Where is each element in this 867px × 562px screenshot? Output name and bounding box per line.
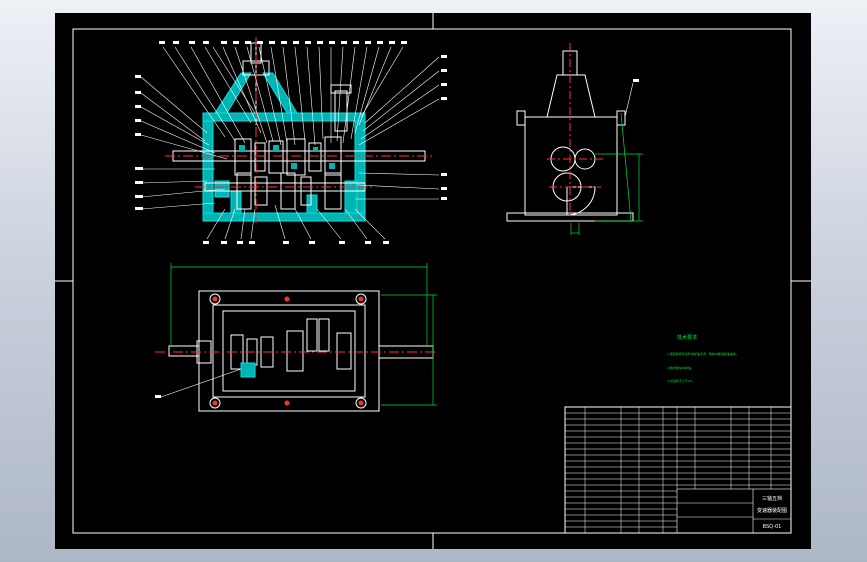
note-3: 3.试运转不少于2h。	[667, 378, 695, 383]
technical-notes: 技术要求 1.装配前所有零件用煤油清洗，箱体内壁涂耐油油漆。 2.箱内装N68机…	[667, 334, 739, 383]
center-ticks	[55, 13, 811, 549]
bill-of-materials	[564, 406, 792, 534]
title-block: 三轴五档 变速器装配图 BSQ-01	[676, 488, 792, 534]
sectioned-front-view	[135, 37, 447, 244]
drawing-sheet: 技术要求 1.装配前所有零件用煤油清洗，箱体内壁涂耐油油漆。 2.箱内装N68机…	[55, 13, 811, 549]
side-view	[506, 43, 643, 235]
drawing-number: BSQ-01	[763, 524, 782, 530]
product-name-1: 三轴五档	[762, 495, 782, 502]
top-view	[155, 263, 437, 412]
outer-border	[72, 28, 792, 534]
note-1: 1.装配前所有零件用煤油清洗，箱体内壁涂耐油油漆。	[667, 351, 739, 356]
notes-title: 技术要求	[677, 334, 697, 341]
product-name-2: 变速器装配图	[757, 507, 787, 514]
cad-drawing: 技术要求 1.装配前所有零件用煤油清洗，箱体内壁涂耐油油漆。 2.箱内装N68机…	[55, 13, 811, 549]
note-2: 2.箱内装N68机油。	[667, 365, 694, 370]
